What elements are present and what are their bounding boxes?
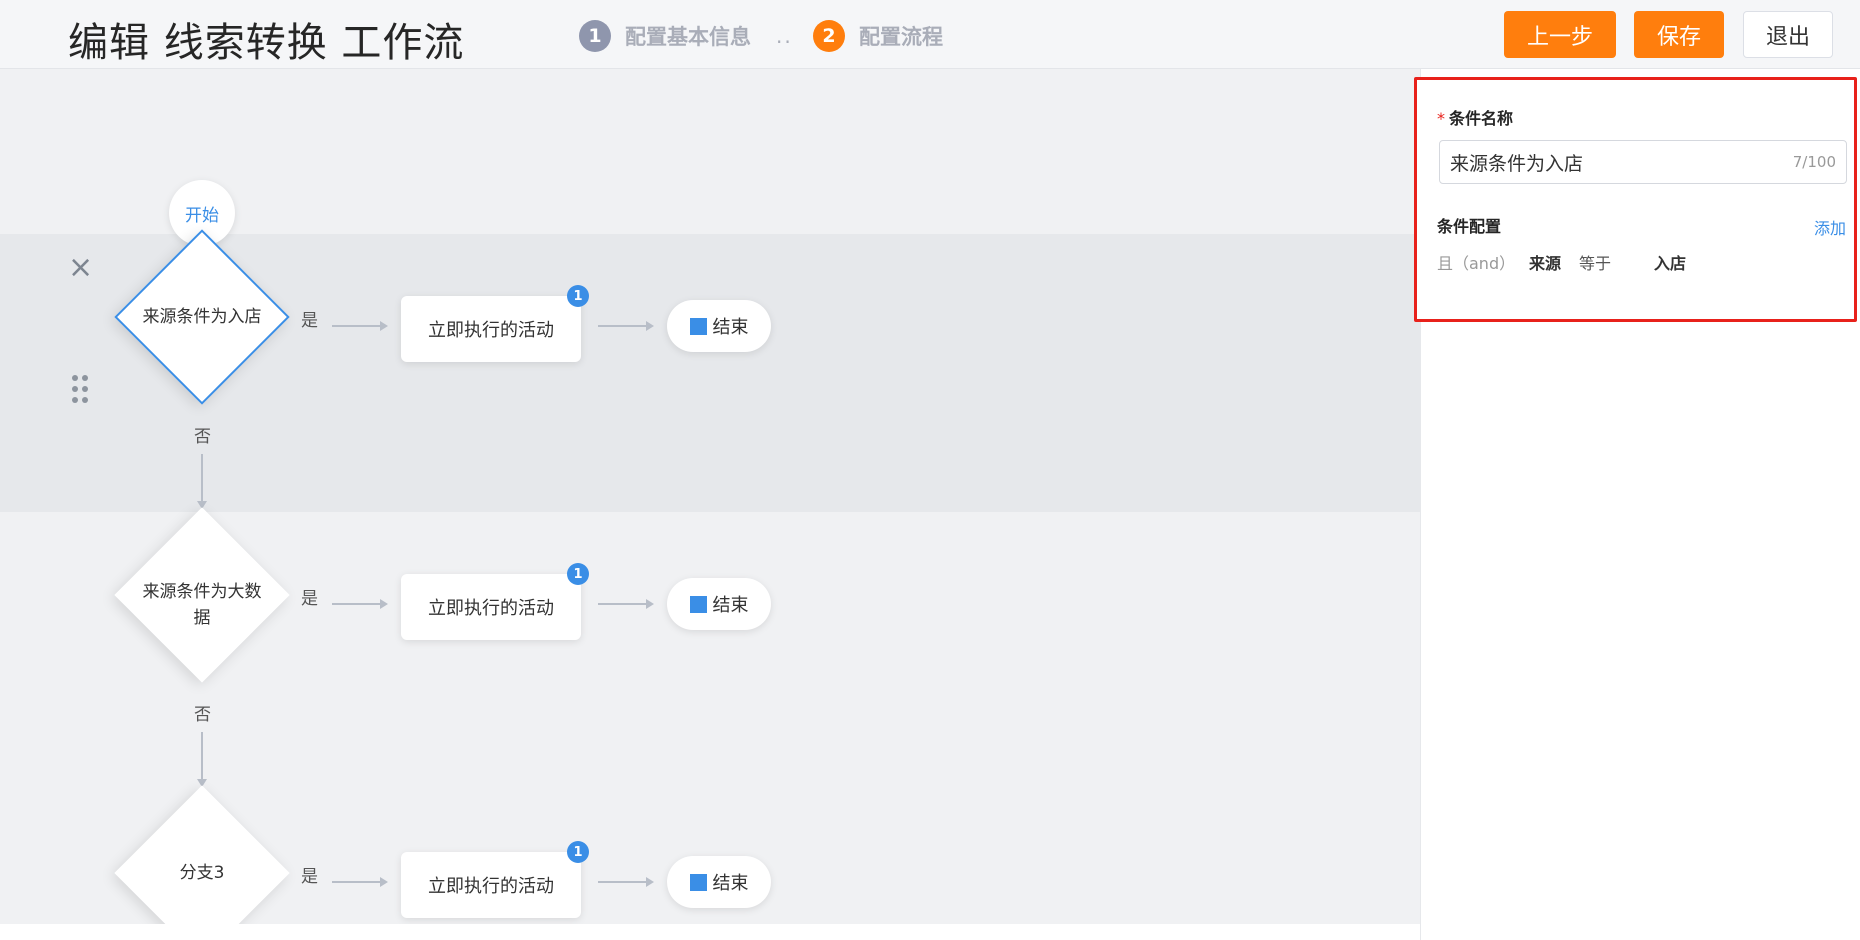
step-2[interactable]: 2 配置流程 (813, 20, 943, 52)
exit-button[interactable]: 退出 (1743, 11, 1833, 58)
condition-logic: 且（and） (1437, 254, 1516, 273)
step-1-label: 配置基本信息 (625, 25, 751, 49)
step-2-number: 2 (813, 20, 845, 52)
prev-step-button[interactable]: 上一步 (1504, 11, 1616, 58)
connector-line (598, 603, 647, 605)
end-node-label: 结束 (712, 873, 749, 894)
end-node-1[interactable]: 结束 (667, 300, 771, 352)
activity-node-2[interactable]: 立即执行的活动 (401, 574, 581, 640)
activity-node-3[interactable]: 立即执行的活动 (401, 852, 581, 918)
step-separator: .. (776, 24, 793, 48)
condition-value: 入店 (1654, 254, 1687, 273)
connector-line (201, 454, 203, 504)
canvas-bottom-strip (0, 924, 1420, 940)
connector-line (598, 325, 647, 327)
activity-count-badge: 1 (567, 841, 589, 863)
no-label: 否 (194, 705, 211, 725)
stop-square-icon (689, 317, 707, 335)
activity-count-badge: 1 (567, 285, 589, 307)
arrow-right-icon (646, 877, 654, 887)
arrow-right-icon (646, 321, 654, 331)
page-title: 编辑 线索转换 工作流 (68, 20, 465, 66)
condition-node-3[interactable] (114, 785, 290, 924)
drag-handle-icon[interactable] (72, 375, 90, 405)
arrow-right-icon (380, 599, 388, 609)
add-condition-link[interactable]: 添加 (1814, 215, 1846, 239)
connector-line (332, 325, 381, 327)
character-counter: 7/100 (1792, 153, 1836, 171)
connector-line (201, 732, 203, 782)
end-node-label: 结束 (712, 595, 749, 616)
end-node-2[interactable]: 结束 (667, 578, 771, 630)
activity-node-1[interactable]: 立即执行的活动 (401, 296, 581, 362)
arrow-right-icon (646, 599, 654, 609)
close-icon[interactable]: × (68, 253, 93, 283)
condition-field: 来源 (1529, 254, 1562, 273)
condition-node-3-label: 分支3 (179, 863, 225, 883)
connector-line (332, 881, 381, 883)
condition-name-label: * 条件名称 (1437, 105, 1513, 129)
no-label: 否 (194, 427, 211, 447)
condition-name-value: 来源条件为入店 (1450, 152, 1584, 175)
step-1-number: 1 (579, 20, 611, 52)
condition-row[interactable]: 且（and） 来源 等于 入店 (1437, 250, 1686, 274)
stop-square-icon (689, 873, 707, 891)
flow-canvas[interactable]: 开始 × 来源条件为入店 是 立即执行的活动 1 结束 否 来源条件为大数据 是… (0, 69, 1420, 924)
condition-node-1-label: 来源条件为入店 (142, 307, 262, 327)
yes-label: 是 (301, 589, 318, 609)
end-node-3[interactable]: 结束 (667, 856, 771, 908)
connector-line (598, 881, 647, 883)
condition-name-label-text: 条件名称 (1449, 109, 1514, 128)
step-1[interactable]: 1 配置基本信息 (579, 20, 751, 52)
yes-label: 是 (301, 867, 318, 887)
yes-label: 是 (301, 311, 318, 331)
end-node-label: 结束 (712, 317, 749, 338)
condition-editor-highlight: * 条件名称 来源条件为入店 7/100 条件配置 添加 且（and） 来源 等于… (1414, 77, 1857, 322)
connector-line (332, 603, 381, 605)
save-button[interactable]: 保存 (1634, 11, 1724, 58)
arrow-right-icon (380, 321, 388, 331)
condition-config-title: 条件配置 (1437, 217, 1502, 236)
condition-node-2-label: 来源条件为大数据 (142, 582, 262, 628)
condition-operator: 等于 (1579, 254, 1612, 273)
stop-square-icon (689, 595, 707, 613)
arrow-right-icon (380, 877, 388, 887)
header-bar: 编辑 线索转换 工作流 1 配置基本信息 .. 2 配置流程 上一步 保存 退出 (0, 0, 1860, 69)
condition-name-input[interactable]: 来源条件为入店 7/100 (1439, 140, 1847, 184)
step-2-label: 配置流程 (859, 25, 943, 49)
activity-count-badge: 1 (567, 563, 589, 585)
required-mark: * (1437, 109, 1445, 128)
